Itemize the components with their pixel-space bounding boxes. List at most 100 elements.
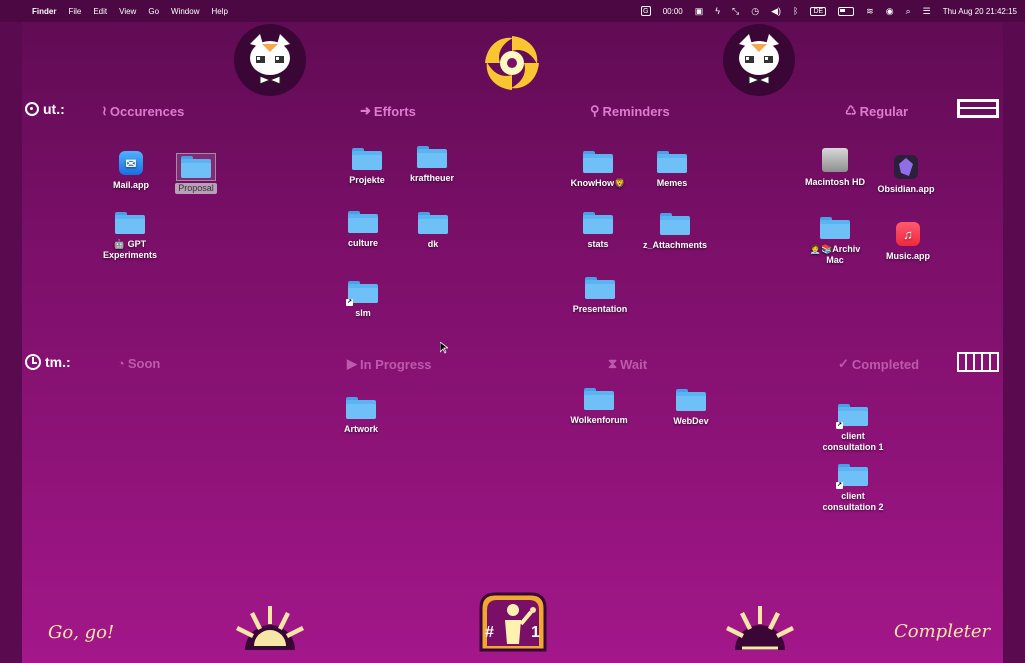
row-label-tm: tm.: <box>25 354 71 370</box>
menu-help[interactable]: Help <box>211 7 227 16</box>
icon-label: z_Attachments <box>642 240 707 250</box>
menubar-clock[interactable]: Thu Aug 20 21:42:15 <box>943 7 1017 16</box>
cat-face-icon <box>739 34 779 85</box>
image-status-icon[interactable]: ▣ <box>695 6 704 17</box>
cat-head-right-widget <box>723 24 795 96</box>
battery-icon[interactable] <box>838 6 855 16</box>
menu-edit[interactable]: Edit <box>93 7 107 16</box>
row-label-ut: ut.: <box>25 101 65 117</box>
icon-label: Music.app <box>885 251 930 261</box>
sunrise-right-icon <box>726 606 794 650</box>
folder-icon <box>346 397 376 419</box>
sun-swirl-icon <box>485 36 539 90</box>
icon-label: 🧑‍💼📚Archiv Mac <box>809 244 861 265</box>
client-consultation-1-folder[interactable]: ↗ client consultation 1 <box>808 404 898 453</box>
icon-label: dk <box>427 239 439 249</box>
folder-icon <box>676 389 706 411</box>
sunrise-left-icon <box>236 606 304 650</box>
folder-icon <box>657 151 687 173</box>
icon-label: Artwork <box>343 424 378 434</box>
folder-icon <box>585 277 615 299</box>
section-efforts: ➜ Efforts <box>360 103 416 119</box>
obsidian-crystal-icon <box>894 155 918 179</box>
folder-icon <box>181 156 211 178</box>
icon-label: culture <box>347 238 378 248</box>
app-status-icon[interactable]: G <box>640 6 651 16</box>
row-label-text: ut.: <box>43 101 65 117</box>
control-center-icon[interactable]: ☰ <box>923 6 931 17</box>
icon-label: stats <box>587 239 609 249</box>
hard-drive-icon <box>822 148 848 172</box>
section-label: Regular <box>859 103 909 119</box>
crystal-icon <box>899 158 913 176</box>
proposal-folder[interactable]: Proposal <box>151 153 241 194</box>
section-soon: ◔ Soon <box>117 356 160 371</box>
folder-icon <box>348 211 378 233</box>
clock-icon[interactable]: ◷ <box>751 6 759 17</box>
webdev-folder[interactable]: WebDev <box>646 389 736 427</box>
go-go-text: Go, go! <box>48 622 115 643</box>
cat-face-icon <box>250 34 290 85</box>
check-icon: ✓ <box>838 356 849 371</box>
badge-number: 1 <box>531 624 540 641</box>
bolt-icon[interactable]: ϟ <box>715 6 720 16</box>
icon-label: KnowHow🦁 <box>570 178 626 188</box>
mouse-cursor-icon <box>440 342 448 354</box>
presentation-folder[interactable]: Presentation <box>555 277 645 315</box>
play-icon: ▶ <box>347 356 357 371</box>
completer-text: Completer <box>894 621 991 642</box>
menu-window[interactable]: Window <box>171 7 199 16</box>
gpt-experiments-folder[interactable]: 🤖 GPT Experiments <box>85 212 175 261</box>
icon-label: WebDev <box>673 416 709 426</box>
desktop-frame-right <box>1003 22 1025 663</box>
dk-folder[interactable]: dk <box>388 212 478 250</box>
icon-label: kraftheuer <box>409 173 454 183</box>
bed-icon <box>957 99 999 119</box>
user-icon[interactable]: ◉ <box>886 6 894 17</box>
wifi-icon[interactable]: ≋ <box>866 6 874 17</box>
alias-arrow-icon: ↗ <box>836 482 843 489</box>
section-label: Reminders <box>602 103 670 119</box>
shrink-icon[interactable]: ⤡ <box>732 6 739 17</box>
artwork-folder[interactable]: Artwork <box>316 397 406 435</box>
icon-label: Proposal <box>175 183 217 194</box>
input-source[interactable]: DE <box>810 6 827 16</box>
folder-icon <box>417 146 447 168</box>
slm-folder[interactable]: ↗ slm <box>318 281 408 319</box>
menu-finder[interactable]: Finder <box>32 7 56 16</box>
row-label-text: tm.: <box>45 354 71 370</box>
icon-label: Memes <box>656 178 688 188</box>
volume-icon[interactable]: ◀) <box>771 6 781 17</box>
number-one-badge: # 1 <box>475 590 551 653</box>
clock-icon <box>25 354 41 370</box>
section-label: Occurences <box>109 103 185 119</box>
arrow-icon: ➜ <box>360 103 371 118</box>
menu-view[interactable]: View <box>119 7 136 16</box>
obsidian-app-icon[interactable]: Obsidian.app <box>861 155 951 195</box>
icon-label: Wolkenforum <box>570 415 628 425</box>
menu-go[interactable]: Go <box>148 7 159 16</box>
section-in-progress: ▶ In Progress <box>347 356 432 372</box>
target-icon <box>25 102 39 116</box>
desktop-frame-left <box>0 22 22 663</box>
z-attachments-folder[interactable]: z_Attachments <box>630 213 720 251</box>
folder-icon: ↗ <box>346 281 378 306</box>
wolkenforum-folder[interactable]: Wolkenforum <box>554 388 644 426</box>
recycle-icon: ♺ <box>845 103 857 118</box>
menu-file[interactable]: File <box>68 7 81 16</box>
section-completed: ✓ Completed <box>838 356 919 372</box>
kraftheuer-folder[interactable]: kraftheuer <box>387 146 477 184</box>
alias-arrow-icon: ↗ <box>836 422 843 429</box>
music-app-icon[interactable]: ♫ Music.app <box>863 222 953 262</box>
bluetooth-icon[interactable]: ᛒ <box>793 6 798 16</box>
timer-readout[interactable]: 00:00 <box>663 7 683 16</box>
folder-icon: ↗ <box>836 464 868 489</box>
search-icon[interactable]: ⌕ <box>906 6 911 17</box>
client-consultation-2-folder[interactable]: ↗ client consultation 2 <box>808 464 898 513</box>
icon-label: Projekte <box>349 175 385 185</box>
icon-label: Obsidian.app <box>877 184 935 194</box>
tilde-icon: ≀ <box>102 103 107 118</box>
memes-folder[interactable]: Memes <box>627 151 717 189</box>
badge-hash: # <box>485 624 494 641</box>
music-note-icon: ♫ <box>896 222 920 246</box>
